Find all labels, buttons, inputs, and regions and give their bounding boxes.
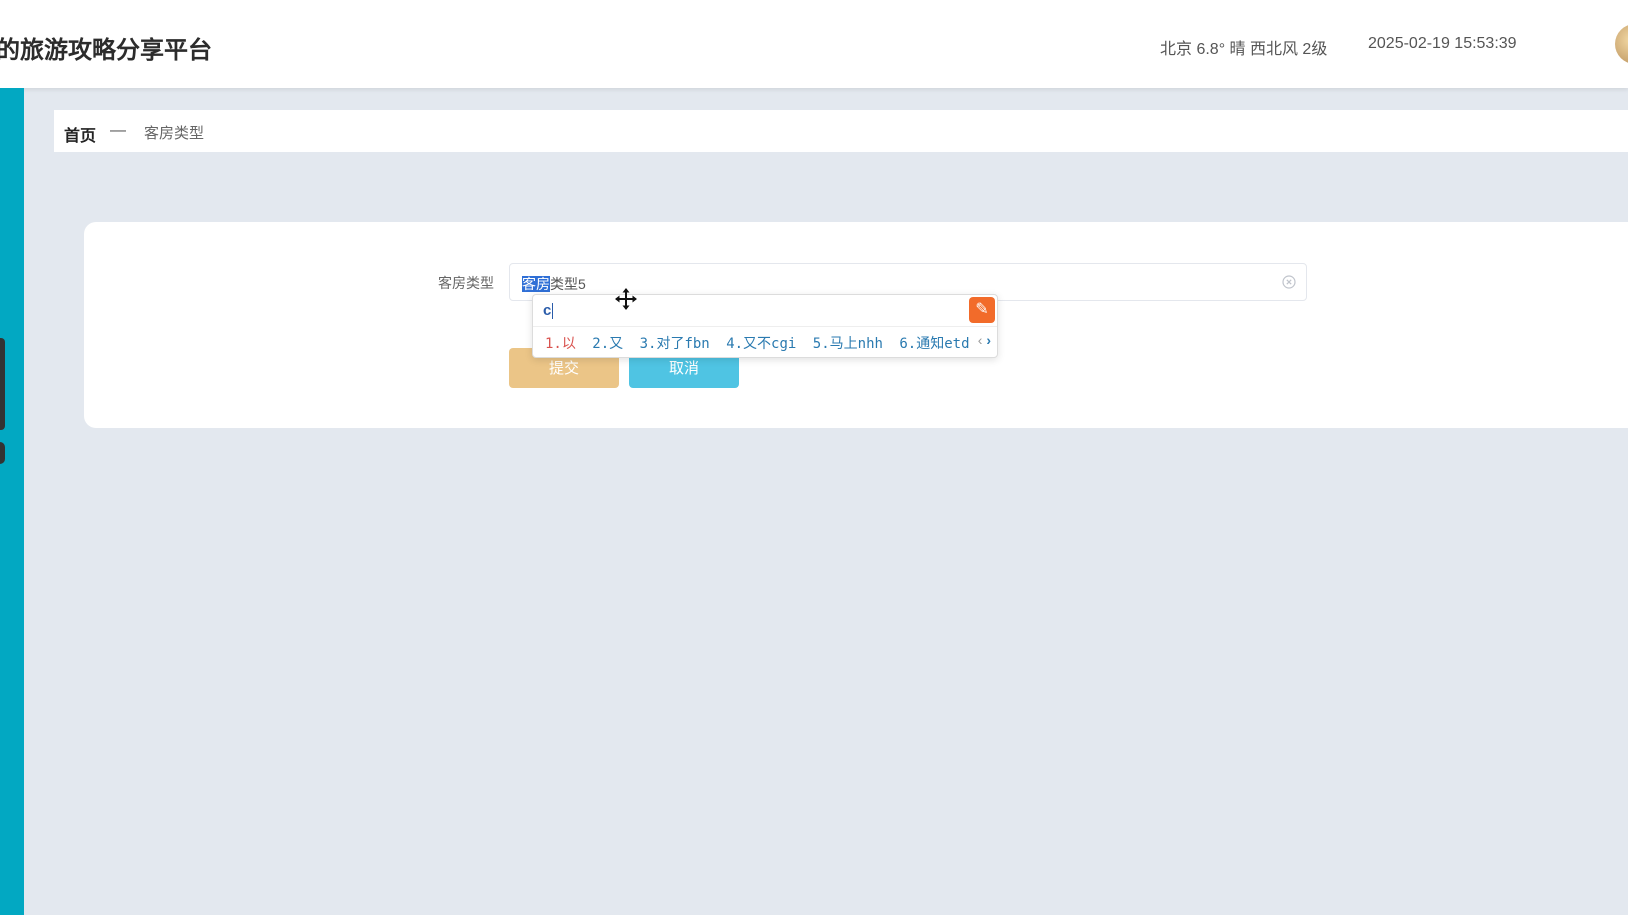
room-type-label: 客房类型 <box>438 275 494 291</box>
selected-text: 客房 <box>522 276 550 292</box>
ime-page-nav: ‹ › <box>978 332 991 348</box>
move-cursor-icon <box>615 288 637 310</box>
ime-candidate-popup: c ✎ 1.以 2.又 3.对了fbn 4.又不cgi 5.马上nhh 6.通知… <box>532 294 998 358</box>
ime-prev-icon[interactable]: ‹ <box>978 332 983 348</box>
breadcrumb: 首页 — 客房类型 <box>54 110 1628 152</box>
breadcrumb-current: 客房类型 <box>144 125 205 142</box>
ime-candidate[interactable]: 2.又 <box>592 336 623 352</box>
ime-candidate[interactable]: 5.马上nhh <box>813 336 883 352</box>
ime-logo-icon[interactable]: ✎ <box>969 297 995 323</box>
ime-composition-bar: c ✎ <box>533 295 997 327</box>
room-type-input-value[interactable]: 客房类型5 <box>522 274 586 294</box>
ime-composition: c <box>543 302 554 320</box>
sidebar-toggle-dot[interactable] <box>0 442 5 464</box>
ime-candidate[interactable]: 1.以 <box>545 336 576 352</box>
ime-candidate[interactable]: 3.对了fbn <box>640 336 710 352</box>
breadcrumb-separator: — <box>110 122 126 139</box>
ime-next-icon[interactable]: › <box>986 332 991 348</box>
ime-candidate-list: 1.以 2.又 3.对了fbn 4.又不cgi 5.马上nhh 6.通知etd <box>545 333 978 353</box>
weather-info: 北京 6.8° 晴 西北风 2级 <box>1160 41 1328 58</box>
user-avatar[interactable] <box>1615 24 1628 64</box>
clear-input-icon[interactable] <box>1282 275 1296 289</box>
breadcrumb-home[interactable]: 首页 <box>64 122 96 146</box>
ime-candidate[interactable]: 6.通知etd <box>899 336 969 352</box>
top-header: 的旅游攻略分享平台 北京 6.8° 晴 西北风 2级 2025-02-19 15… <box>0 0 1628 88</box>
ime-candidate[interactable]: 4.又不cgi <box>726 336 796 352</box>
unselected-text: 类型5 <box>550 276 586 292</box>
sidebar-collapse-handle[interactable] <box>0 338 5 430</box>
site-title: 的旅游攻略分享平台 <box>0 37 212 64</box>
sidebar <box>0 88 24 915</box>
current-datetime: 2025-02-19 15:53:39 <box>1368 35 1517 52</box>
